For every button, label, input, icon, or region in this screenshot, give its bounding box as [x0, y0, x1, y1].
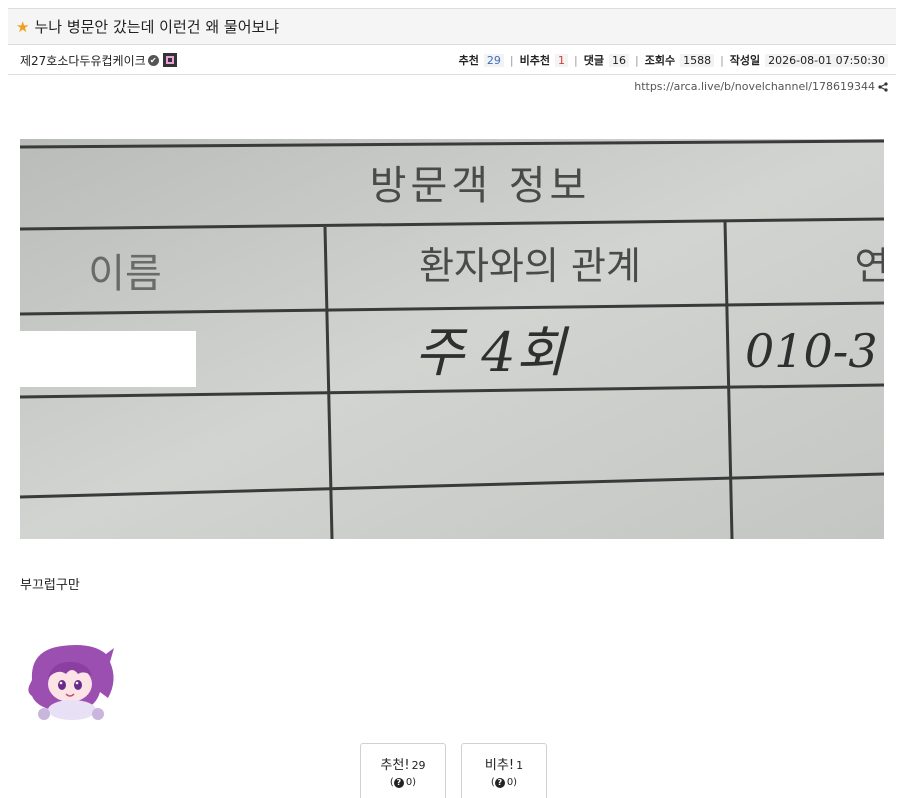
unrecommend-button-main: 비추! 1: [485, 754, 523, 773]
divider: |: [634, 53, 639, 67]
unrecommend-button-count: 1: [516, 759, 524, 772]
verified-icon: ✔: [147, 54, 159, 66]
views-count: 1588: [680, 53, 715, 67]
post-url-row: https://arca.live/b/novelchannel/1786193…: [634, 80, 888, 93]
photo-col-name: 이름: [88, 251, 162, 297]
post-info-row: 제27호소다두유컵케이크 ✔ 추천 29 | 비추천 1 | 댓글 16 | 조…: [8, 46, 896, 75]
author-name[interactable]: 제27호소다두유컵케이크: [20, 52, 146, 69]
censor-box: [20, 331, 196, 387]
photo-heading: 방문객 정보: [370, 163, 591, 209]
unrecommend-button-sub: (? 0): [490, 777, 518, 788]
recommend-label: 추천: [458, 54, 479, 67]
anime-sticker-image: [28, 645, 114, 720]
divider: |: [720, 53, 724, 67]
handwritten-phone: 010-3: [745, 324, 878, 378]
question-icon: ?: [494, 777, 505, 788]
views-label: 조회수: [644, 54, 676, 67]
post-body-text: 부끄럽구만: [20, 578, 80, 593]
post-title-bar: ★ 누나 병문안 갔는데 이런건 왜 물어보냐: [8, 8, 896, 45]
photo-col-relation: 환자와의 관계: [419, 244, 641, 288]
recommend-button[interactable]: 추천! 29 (? 0): [360, 743, 446, 798]
post-date: 2026-08-01 07:50:30: [765, 53, 888, 67]
question-icon: ?: [393, 777, 404, 788]
star-icon: ★: [16, 17, 30, 36]
recommend-button-main: 추천! 29: [380, 754, 425, 773]
unrecommend-button-label: 비추!: [484, 758, 515, 773]
comments-label: 댓글: [583, 54, 604, 67]
unrecommend-button[interactable]: 비추! 1 (? 0): [461, 743, 547, 798]
photo-col-contact: 연: [855, 244, 884, 288]
author[interactable]: 제27호소다두유컵케이크 ✔: [20, 52, 177, 69]
post-title: 누나 병문안 갔는데 이런건 왜 물어보냐: [34, 18, 280, 36]
recommend-button-count: 29: [411, 759, 426, 772]
date-label: 작성일: [729, 54, 761, 67]
share-icon[interactable]: [878, 81, 888, 92]
unrecommend-button-sub-count: 0): [506, 777, 518, 788]
author-badge-icon: [162, 53, 177, 67]
recommend-button-sub: (? 0): [389, 777, 417, 788]
comments-count: 16: [608, 53, 629, 67]
divider: |: [574, 53, 578, 67]
post-url[interactable]: https://arca.live/b/novelchannel/1786193…: [634, 80, 875, 93]
unrecommend-count: 1: [555, 53, 569, 67]
handwritten-relation: 주 4회: [415, 321, 570, 384]
recommend-button-label: 추천!: [380, 758, 410, 773]
divider: |: [509, 53, 514, 67]
post-stats: 추천 29 | 비추천 1 | 댓글 16 | 조회수 1588 | 작성일 2…: [459, 52, 888, 68]
post-image[interactable]: 방문객 정보 이름 환자와의 관계 연 주 4회 010-3: [20, 139, 884, 539]
recommend-count: 29: [483, 53, 504, 67]
recommend-button-sub-count: 0): [405, 777, 417, 788]
unrecommend-label: 비추천: [519, 54, 551, 67]
